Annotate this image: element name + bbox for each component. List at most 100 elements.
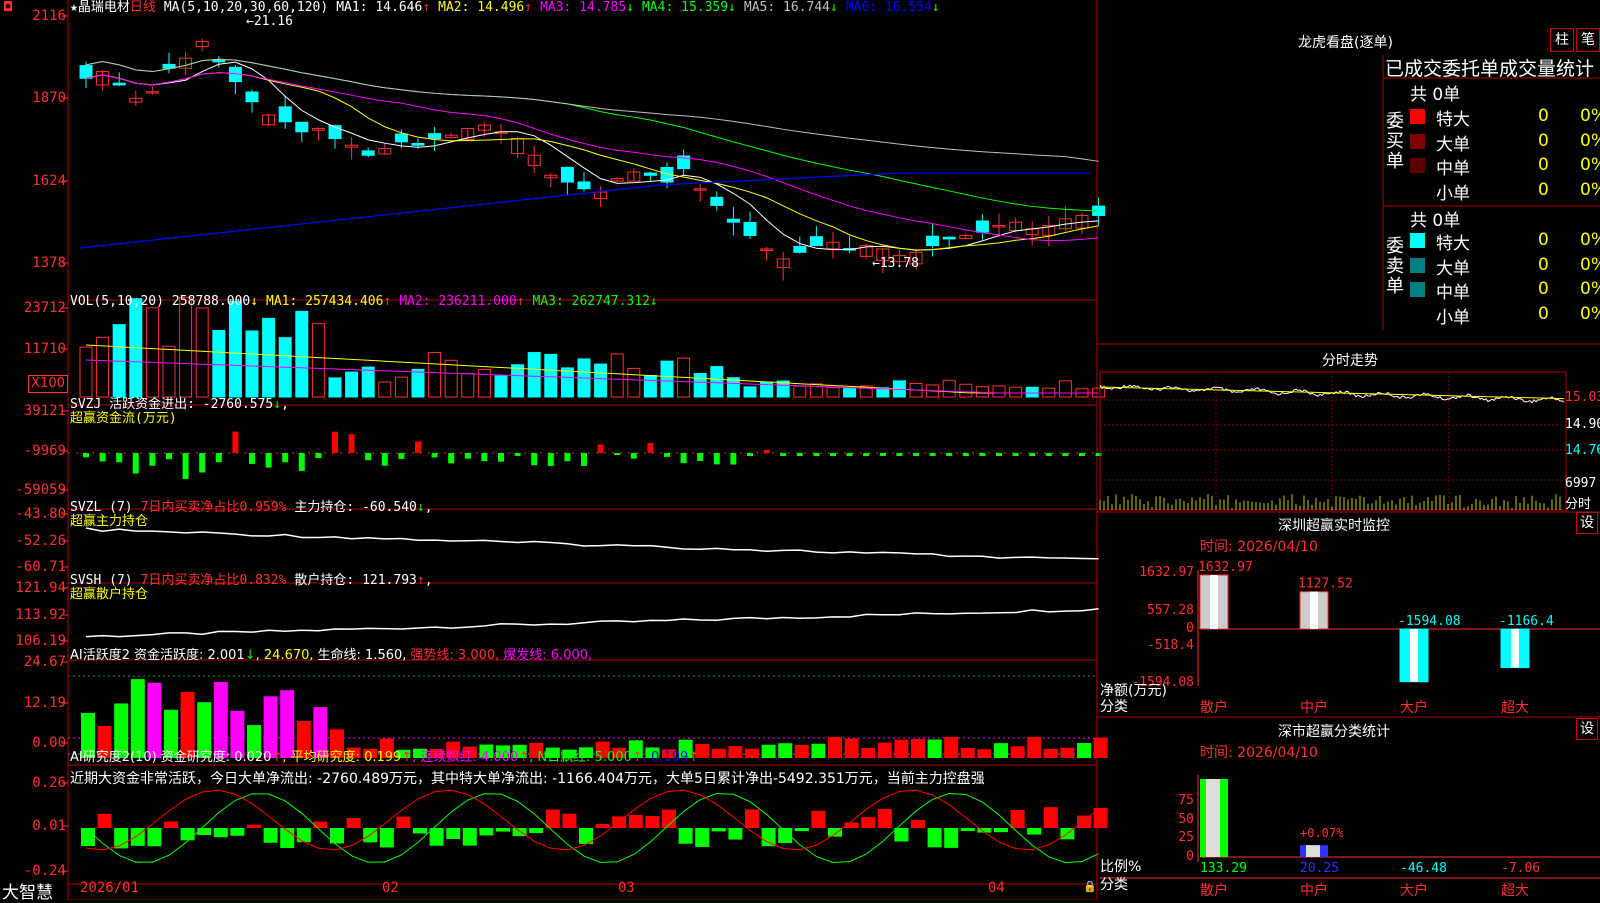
sz-monitor-axis-label: 0 — [1186, 621, 1194, 636]
ai1-bar — [911, 739, 925, 758]
ai2-red-streak: , 连续飘红: 4.000 — [412, 750, 519, 765]
sz-monitor-settings-button[interactable]: 设 — [1576, 512, 1598, 534]
ai2-bar — [562, 813, 577, 828]
ma-values: MA1: 14.646↑ MA2: 14.496↑ MA3: 14.785↓ MA4:… — [336, 0, 948, 15]
svzj-bar — [979, 453, 986, 456]
ai2-bar — [529, 828, 544, 834]
ai2-bar — [877, 808, 892, 828]
sz-class-settings-button[interactable]: 设 — [1576, 718, 1598, 740]
svzj-suffix: , — [281, 397, 289, 412]
svzj-bar — [464, 453, 471, 459]
volume-bar — [826, 387, 840, 398]
ai2-arrow-3: ↑ — [518, 750, 530, 765]
row-count: 0 — [1538, 155, 1549, 175]
svsh-title: SVSH (7) — [70, 573, 133, 588]
ai2-bar — [1043, 807, 1058, 828]
bar-view-button[interactable]: 柱 — [1550, 28, 1574, 52]
sz-monitor-category: 大户 — [1400, 700, 1428, 716]
sz-class-category: 超大 — [1501, 883, 1529, 899]
ai2-bar — [545, 809, 560, 828]
svzj-bar — [232, 431, 239, 453]
sz-class-bar-大户: -46.48 — [1400, 861, 1447, 876]
volume-bar — [295, 310, 309, 398]
svzj-bar — [929, 453, 936, 456]
legend-swatch — [1410, 109, 1425, 124]
volume-bar — [710, 366, 724, 398]
svzj-bar — [564, 453, 571, 462]
ai2-bar — [97, 813, 112, 828]
ai1-bar — [130, 679, 145, 758]
ai2-bar — [628, 814, 643, 828]
ai2-bar — [811, 810, 826, 828]
candlestick-series — [79, 38, 1106, 281]
ai1-strongline: 强势线: 3.000, — [410, 648, 500, 663]
intraday-unit: 分时 — [1565, 497, 1592, 512]
svzj-bar — [348, 434, 355, 453]
svzj-bar — [498, 453, 504, 462]
sz-monitor-value-label: 1127.52 — [1298, 577, 1353, 592]
sell-row-1: 特大 0 0% — [1408, 228, 1600, 254]
sz-monitor-bar-中户: 1127.52 — [1298, 577, 1353, 630]
ai1-bar — [761, 744, 776, 758]
row-name: 大单 — [1436, 258, 1470, 279]
svzj-bar — [680, 453, 687, 464]
volume-bar — [527, 352, 541, 398]
legend-swatch — [1410, 133, 1425, 149]
volume-bar — [627, 367, 641, 398]
volume-bar — [610, 353, 624, 398]
sz-class-category: 大户 — [1400, 883, 1428, 899]
sz-class-bar-超大: -7.06 — [1501, 861, 1540, 876]
ai2-bar — [81, 828, 95, 847]
ma-value-5: MA5: 16.744 — [743, 0, 830, 15]
ai2-bar — [462, 828, 477, 846]
svzl-axis-3: -60.71 — [15, 559, 66, 575]
vol-ma-arrow-1: ↑ — [383, 294, 392, 309]
candle — [793, 245, 807, 253]
svzj-bar — [166, 453, 172, 460]
volume-bar — [1009, 386, 1023, 398]
svzj-bar — [647, 442, 654, 453]
svzj-bar — [630, 453, 637, 459]
row-name: 特大 — [1436, 234, 1470, 254]
svsh-arrow: ↑ — [416, 573, 425, 588]
legend-swatch — [1410, 233, 1425, 248]
svzj-bar — [265, 453, 272, 468]
svzl-ratio: 7日内买卖净占比0.959% — [140, 500, 287, 515]
ai2-bar — [1010, 810, 1025, 828]
x-axis-label-4: 04 — [988, 880, 1005, 896]
vol-title: VOL(5,10,20) — [70, 294, 164, 309]
sell-row-4: 小单 0 0% — [1408, 302, 1600, 328]
vol-unit-button[interactable]: X100 — [28, 375, 68, 393]
lock-icon[interactable]: 🔒 — [1083, 880, 1097, 893]
sz-monitor-bar-highlight — [1310, 591, 1318, 629]
tick-view-button[interactable]: 笔 — [1576, 28, 1600, 52]
svzj-bar — [182, 453, 189, 479]
ai1-axis-1: 24.67 — [23, 654, 66, 670]
moving-average-lines — [79, 58, 1099, 251]
ai2-bar — [695, 828, 710, 847]
ai2-bar — [197, 828, 212, 836]
ai2-n-red: , N日飘红: 5.000 — [529, 750, 632, 765]
row-percent: 0% — [1580, 254, 1600, 275]
vol-ma-arrow-2: ↑ — [516, 294, 525, 309]
price-header-text: ★晶瑞电材日线 MA(5,10,20,30,60,120) MA1: 14.646↑… — [70, 0, 956, 16]
row-count: 0 — [1538, 130, 1549, 151]
vol-value: 258788.000 — [171, 294, 251, 309]
ai2-bar — [745, 809, 759, 828]
volume-bar — [477, 368, 491, 398]
svzl-title: SVZL (7) — [70, 500, 133, 515]
sz-monitor-bar-highlight — [1210, 575, 1218, 629]
ai1-bar — [877, 742, 892, 758]
ai2-bar — [180, 828, 195, 841]
sz-class-value-label: 133.29 — [1200, 861, 1247, 876]
price-axis-1: 2116 — [32, 8, 66, 24]
candle — [726, 218, 740, 223]
svzj-bar — [83, 453, 89, 458]
ai2-bar — [960, 828, 975, 832]
ai2-bar — [396, 816, 411, 828]
period-label[interactable]: 日线 — [130, 0, 156, 15]
ai1-bar — [1060, 747, 1075, 758]
sz-class-bar-中户: 20.25 — [1300, 845, 1339, 876]
svzj-axis-1: 39121 — [23, 403, 66, 419]
x-axis-label-3: 03 — [618, 880, 635, 896]
